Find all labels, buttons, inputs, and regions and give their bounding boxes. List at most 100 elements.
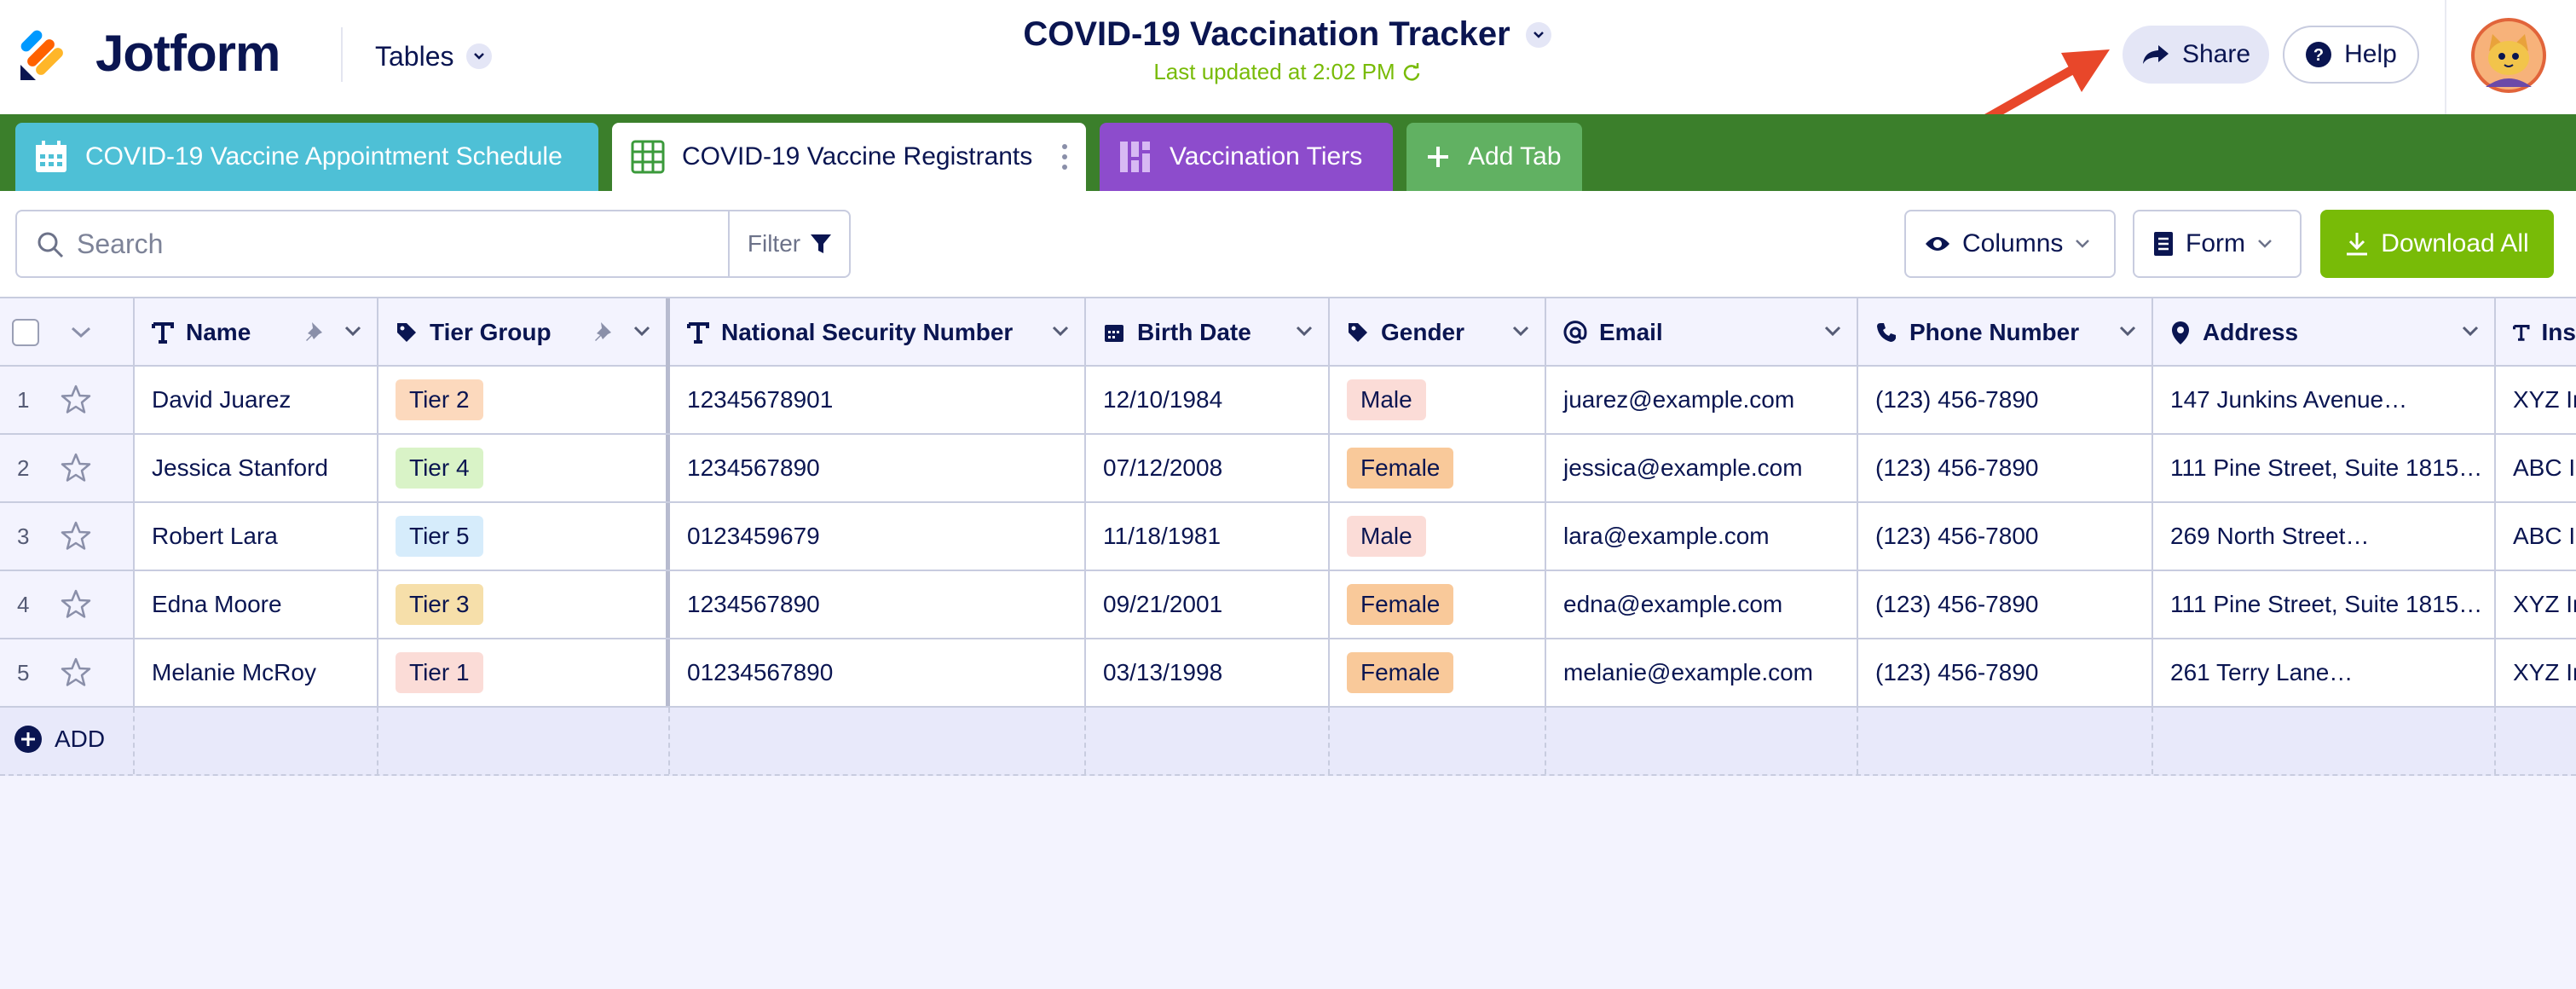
page-title[interactable]: COVID-19 Vaccination Tracker	[1023, 15, 1510, 54]
search-input[interactable]	[77, 220, 733, 268]
table-cell-phone[interactable]: (123) 456-7890	[1858, 639, 2153, 706]
chevron-down-icon[interactable]	[70, 326, 92, 339]
column-header-national-security-number[interactable]: National Security Number	[670, 298, 1086, 367]
star-icon[interactable]	[60, 520, 92, 552]
table-row[interactable]: 2 Jessica Stanford Tier 4 1234567890 07/12/2…	[0, 435, 2576, 503]
table-cell-phone[interactable]: (123) 456-7800	[1858, 503, 2153, 570]
table-cell-gender[interactable]: Female	[1330, 435, 1546, 501]
table-cell-ins[interactable]: XYZ In	[2496, 639, 2576, 706]
tables-menu[interactable]: Tables	[375, 34, 492, 78]
user-avatar-icon[interactable]	[2470, 17, 2547, 94]
table-cell-nsn[interactable]: 0123459679	[670, 503, 1086, 570]
row-number-cell[interactable]: 5	[0, 639, 135, 706]
pin-icon[interactable]	[303, 321, 327, 344]
table-cell-nsn[interactable]: 12345678901	[670, 367, 1086, 433]
chevron-down-icon[interactable]	[1824, 326, 1841, 338]
table-cell-ins[interactable]: XYZ In	[2496, 571, 2576, 638]
chevron-down-icon[interactable]	[633, 326, 650, 338]
table-cell-birth[interactable]: 07/12/2008	[1086, 435, 1330, 501]
column-header-birth-date[interactable]: Birth Date	[1086, 298, 1330, 367]
tab-vaccine-registrants[interactable]: COVID-19 Vaccine Registrants	[612, 123, 1086, 191]
table-cell-gender[interactable]: Female	[1330, 571, 1546, 638]
star-icon[interactable]	[60, 384, 92, 416]
select-all-column[interactable]	[0, 298, 135, 367]
table-cell-email[interactable]: melanie@example.com	[1546, 639, 1858, 706]
table-cell-email[interactable]: edna@example.com	[1546, 571, 1858, 638]
table-cell-name[interactable]: David Juarez	[135, 367, 378, 433]
table-cell-gender[interactable]: Female	[1330, 639, 1546, 706]
table-row[interactable]: 3 Robert Lara Tier 5 0123459679 11/18/1981 Ma…	[0, 503, 2576, 571]
table-cell-address[interactable]: 111 Pine Street, Suite 1815…	[2153, 571, 2496, 638]
tab-appointment-schedule[interactable]: COVID-19 Vaccine Appointment Schedule	[15, 123, 598, 191]
table-row[interactable]: 1 David Juarez Tier 2 12345678901 12/10/1984…	[0, 367, 2576, 435]
chevron-down-icon[interactable]	[1296, 326, 1313, 338]
chevron-down-icon[interactable]	[1052, 326, 1069, 338]
star-icon[interactable]	[60, 656, 92, 689]
table-cell-tier[interactable]: Tier 4	[378, 435, 670, 501]
tab-vaccination-tiers[interactable]: Vaccination Tiers	[1100, 123, 1393, 191]
form-button[interactable]: Form	[2133, 210, 2302, 278]
table-cell-birth[interactable]: 03/13/1998	[1086, 639, 1330, 706]
column-header-tier-group[interactable]: Tier Group	[378, 298, 670, 367]
table-cell-tier[interactable]: Tier 5	[378, 503, 670, 570]
table-cell-phone[interactable]: (123) 456-7890	[1858, 571, 2153, 638]
table-cell-ins[interactable]: ABC In	[2496, 503, 2576, 570]
row-number-cell[interactable]: 2	[0, 435, 135, 501]
table-cell-address[interactable]: 147 Junkins Avenue…	[2153, 367, 2496, 433]
chevron-down-icon[interactable]	[2462, 326, 2479, 338]
column-header-insurance[interactable]: Ins	[2496, 298, 2576, 367]
table-cell-nsn[interactable]: 1234567890	[670, 435, 1086, 501]
table-cell-email[interactable]: juarez@example.com	[1546, 367, 1858, 433]
table-cell-nsn[interactable]: 1234567890	[670, 571, 1086, 638]
table-cell-nsn[interactable]: 01234567890	[670, 639, 1086, 706]
help-button[interactable]: ? Help	[2283, 26, 2419, 84]
add-tab-button[interactable]: Add Tab	[1406, 123, 1582, 191]
table-cell-birth[interactable]: 11/18/1981	[1086, 503, 1330, 570]
column-header-email[interactable]: Email	[1546, 298, 1858, 367]
columns-button[interactable]: Columns	[1904, 210, 2116, 278]
share-button[interactable]: Share	[2123, 26, 2269, 84]
column-header-address[interactable]: Address	[2153, 298, 2496, 367]
column-header-phone-number[interactable]: Phone Number	[1858, 298, 2153, 367]
chevron-down-icon[interactable]	[1512, 326, 1529, 338]
table-cell-address[interactable]: 269 North Street…	[2153, 503, 2496, 570]
table-cell-name[interactable]: Melanie McRoy	[135, 639, 378, 706]
table-cell-name[interactable]: Jessica Stanford	[135, 435, 378, 501]
table-cell-tier[interactable]: Tier 2	[378, 367, 670, 433]
table-cell-phone[interactable]: (123) 456-7890	[1858, 367, 2153, 433]
table-cell-email[interactable]: jessica@example.com	[1546, 435, 1858, 501]
jotform-logo-icon[interactable]	[19, 27, 73, 82]
table-cell-gender[interactable]: Male	[1330, 367, 1546, 433]
row-number-cell[interactable]: 1	[0, 367, 135, 433]
row-number-cell[interactable]: 4	[0, 571, 135, 638]
table-cell-address[interactable]: 261 Terry Lane…	[2153, 639, 2496, 706]
title-chevron-down-icon[interactable]	[1525, 21, 1551, 48]
table-cell-birth[interactable]: 12/10/1984	[1086, 367, 1330, 433]
star-icon[interactable]	[60, 452, 92, 484]
column-header-name[interactable]: Name	[135, 298, 378, 367]
download-all-button[interactable]: Download All	[2320, 210, 2554, 278]
column-header-gender[interactable]: Gender	[1330, 298, 1546, 367]
table-cell-phone[interactable]: (123) 456-7890	[1858, 435, 2153, 501]
table-cell-ins[interactable]: ABC In	[2496, 435, 2576, 501]
table-cell-address[interactable]: 111 Pine Street, Suite 1815…	[2153, 435, 2496, 501]
chevron-down-icon[interactable]	[344, 326, 361, 338]
table-cell-gender[interactable]: Male	[1330, 503, 1546, 570]
table-row[interactable]: 4 Edna Moore Tier 3 1234567890 09/21/2001 Fem…	[0, 571, 2576, 639]
filter-button[interactable]: Filter	[728, 211, 851, 276]
table-cell-tier[interactable]: Tier 3	[378, 571, 670, 638]
search-box[interactable]: Filter	[15, 210, 851, 278]
table-cell-name[interactable]: Edna Moore	[135, 571, 378, 638]
table-cell-tier[interactable]: Tier 1	[378, 639, 670, 706]
table-cell-birth[interactable]: 09/21/2001	[1086, 571, 1330, 638]
tab-options-dots-icon[interactable]	[1062, 144, 1067, 170]
add-row-button[interactable]: ADD	[14, 725, 105, 754]
table-cell-email[interactable]: lara@example.com	[1546, 503, 1858, 570]
row-number-cell[interactable]: 3	[0, 503, 135, 570]
select-all-checkbox[interactable]	[12, 319, 39, 346]
pin-icon[interactable]	[592, 321, 616, 344]
table-cell-name[interactable]: Robert Lara	[135, 503, 378, 570]
table-cell-ins[interactable]: XYZ In	[2496, 367, 2576, 433]
chevron-down-icon[interactable]	[2119, 326, 2136, 338]
star-icon[interactable]	[60, 588, 92, 621]
